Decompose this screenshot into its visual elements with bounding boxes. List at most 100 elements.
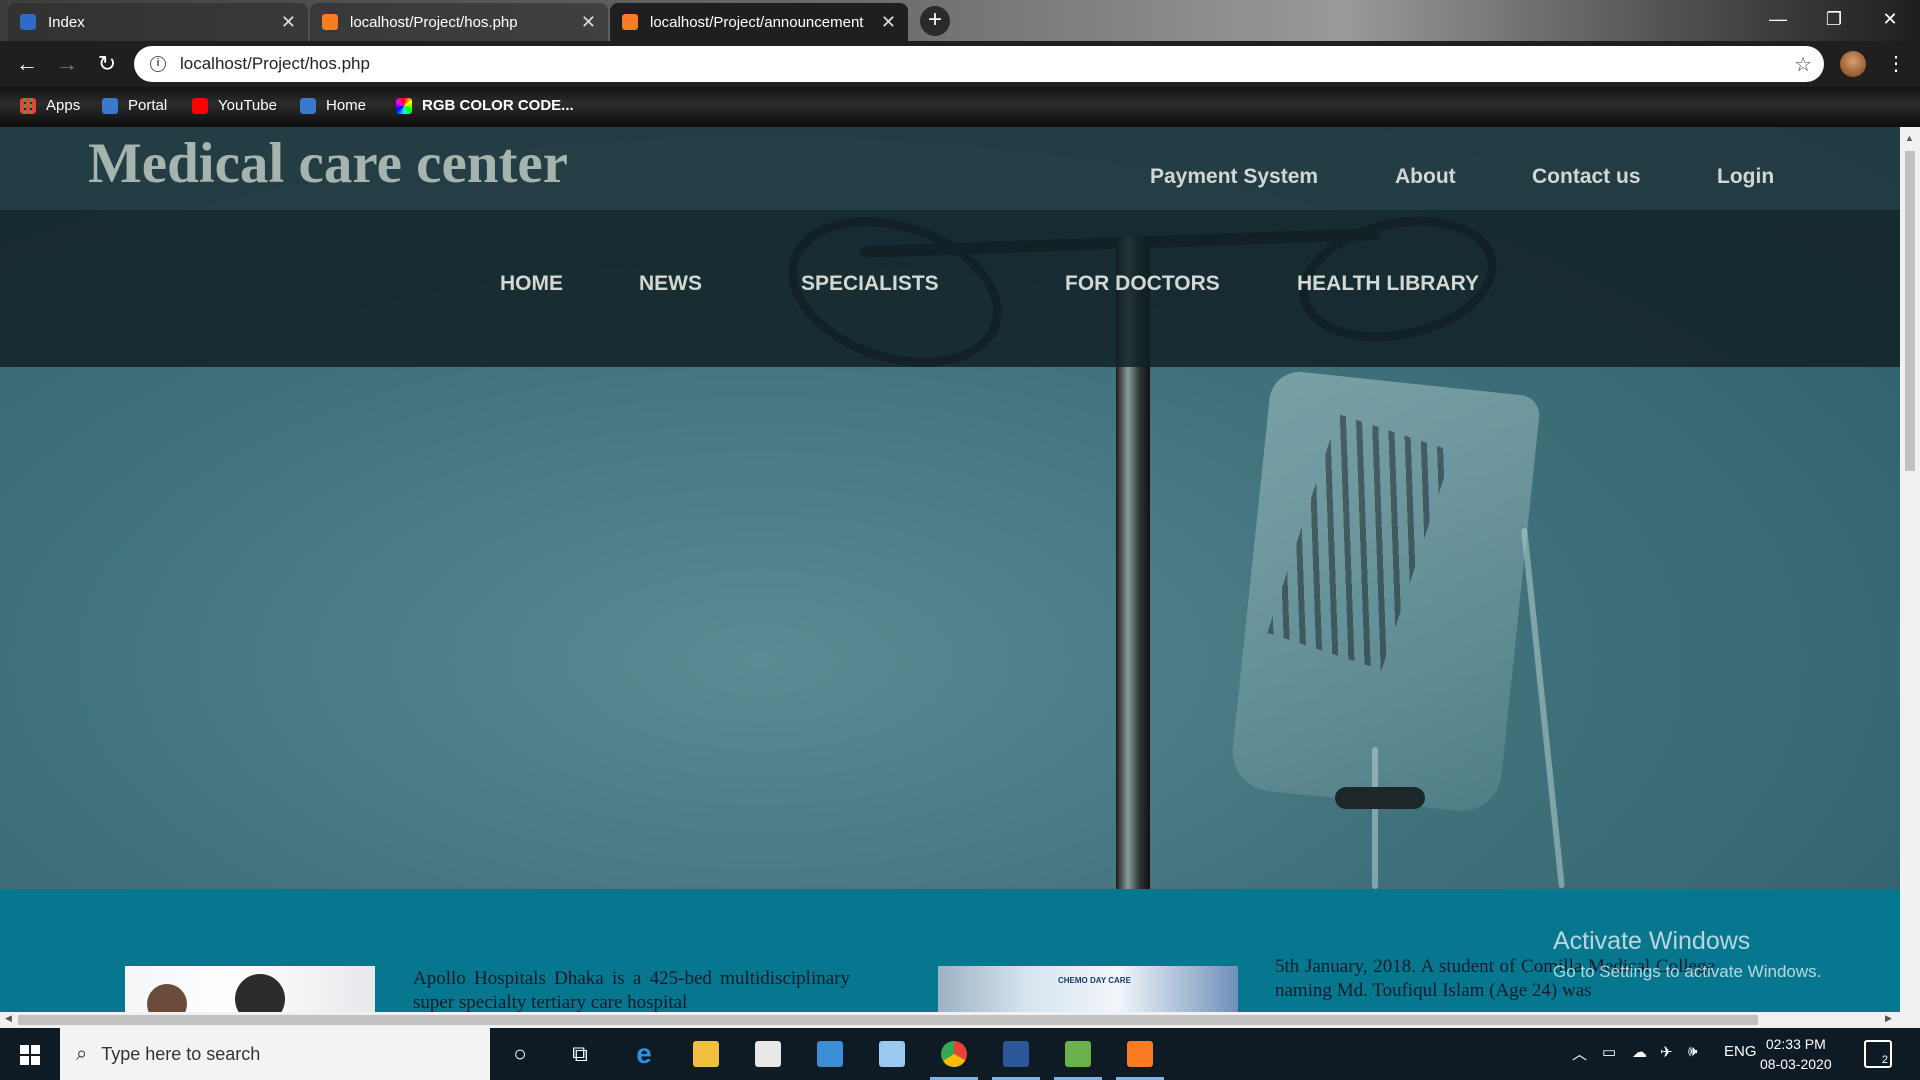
star-icon[interactable]: ☆ [1794,52,1812,77]
iv-clamp [1335,787,1425,809]
nav-home[interactable]: HOME [500,272,563,296]
back-arrow-icon[interactable]: ← [14,51,40,77]
search-placeholder: Type here to search [101,1043,261,1064]
nav-specialists[interactable]: SPECIALISTS [801,272,939,296]
tab-title: localhost/Project/hos.php [350,13,518,31]
horizontal-scrollbar[interactable]: ◀ ▶ [0,1012,1920,1028]
apps-grid-icon [20,97,36,114]
xampp-icon[interactable] [1116,1036,1164,1080]
news-image-chemo[interactable]: CHEMO DAY CARE [938,966,1238,1012]
nav-about[interactable]: About [1395,165,1456,189]
globe-icon [20,14,36,30]
globe-icon [102,97,118,114]
bookmark-portal[interactable]: Portal [102,97,167,114]
mail-icon[interactable] [812,1036,848,1072]
scroll-thumb[interactable] [18,1015,1758,1025]
windows-logo-icon [31,1056,40,1065]
network-icon[interactable]: ☁ [1632,1043,1647,1061]
scroll-left-icon[interactable]: ◀ [5,1013,12,1024]
iv-tube [1372,747,1378,889]
image-app-icon[interactable] [1054,1036,1102,1080]
bookmark-apps[interactable]: Apps [20,97,80,114]
person-figure [235,974,285,1012]
activate-windows-watermark: Activate Windows Go to Settings to activ… [1553,927,1821,982]
address-bar[interactable]: i localhost/Project/hos.php ☆ [134,46,1824,82]
tab-announcement[interactable]: localhost/Project/announcement ✕ [610,3,908,41]
nav-login[interactable]: Login [1717,165,1774,189]
nav-health-library[interactable]: HEALTH LIBRARY [1297,272,1479,296]
new-tab-button[interactable]: + [920,6,950,36]
info-icon[interactable]: i [150,56,166,72]
minimize-button[interactable]: — [1750,0,1806,40]
store-icon[interactable] [750,1036,786,1072]
bookmark-home[interactable]: Home [300,97,366,114]
cortana-icon[interactable]: ○ [502,1036,538,1072]
close-icon[interactable]: ✕ [881,12,896,33]
xampp-icon [622,14,638,30]
airplane-mode-icon[interactable]: ✈ [1660,1043,1673,1061]
windows-logo-icon [20,1056,29,1065]
battery-icon[interactable]: ▭ [1602,1043,1616,1061]
clock-time: 02:33 PM [1765,1036,1826,1052]
edge-icon[interactable]: e [626,1036,662,1072]
windows-taskbar: ⌕ Type here to search ○ ⧉ e ︿ ▭ ☁ ✈ 🕪 EN… [0,1028,1920,1080]
close-icon[interactable]: ✕ [281,12,296,33]
task-view-icon[interactable]: ⧉ [562,1036,598,1072]
taskbar-search[interactable]: ⌕ Type here to search [60,1028,490,1080]
notification-count: 2 [1881,1054,1888,1066]
scroll-up-icon[interactable]: ▲ [1905,133,1914,143]
file-explorer-icon[interactable] [688,1036,724,1072]
watermark-subtitle: Go to Settings to activate Windows. [1553,962,1822,981]
bookmark-label: RGB COLOR CODE... [422,97,574,114]
bookmark-label: Portal [128,97,168,114]
bookmark-label: Apps [46,97,81,114]
globe-icon [300,97,316,114]
iv-tube [1521,527,1565,889]
image-caption: CHEMO DAY CARE [1058,976,1131,985]
person-figure [147,984,187,1012]
close-icon[interactable]: ✕ [581,12,596,33]
forward-arrow-icon[interactable]: → [54,51,80,77]
color-wheel-icon [396,97,412,114]
word-icon[interactable] [992,1036,1040,1080]
scroll-thumb[interactable] [1905,151,1915,471]
bookmark-label: YouTube [218,97,277,114]
news-image-doctors[interactable] [125,966,375,1012]
language-indicator[interactable]: ENG [1724,1043,1757,1060]
vertical-scrollbar[interactable]: ▲ [1900,127,1920,1012]
bookmark-youtube[interactable]: YouTube [192,97,277,114]
nav-payment-system[interactable]: Payment System [1150,165,1318,189]
windows-logo-icon [31,1045,40,1054]
tab-hos[interactable]: localhost/Project/hos.php ✕ [310,3,608,41]
youtube-icon [192,97,208,114]
main-navigation: HOME NEWS SPECIALISTS FOR DOCTORS HEALTH… [0,210,1900,367]
scroll-right-icon[interactable]: ▶ [1885,1013,1892,1024]
nav-news[interactable]: NEWS [639,272,702,296]
show-hidden-icons-icon[interactable]: ︿ [1572,1043,1587,1064]
restore-button[interactable]: ❐ [1806,0,1862,40]
start-button[interactable] [0,1028,60,1080]
close-window-button[interactable]: ✕ [1862,0,1918,40]
notification-center-icon[interactable]: 2 [1864,1040,1892,1068]
profile-avatar[interactable] [1840,51,1866,77]
app-icon[interactable] [874,1036,910,1072]
windows-logo-icon [20,1045,29,1054]
nav-contact-us[interactable]: Contact us [1532,165,1641,189]
news-text-apollo: Apollo Hospitals Dhaka is a 425-bed mult… [413,968,850,1012]
bookmark-rgb[interactable]: RGB COLOR CODE... [396,97,574,114]
bookmarks-bar: Apps Portal YouTube Home RGB COLOR CODE.… [0,87,1920,127]
url-text[interactable]: localhost/Project/hos.php [180,54,1794,74]
tab-index[interactable]: Index ✕ [8,3,308,41]
nav-for-doctors[interactable]: FOR DOCTORS [1065,272,1220,296]
volume-icon[interactable]: 🕪 [1688,1043,1697,1060]
watermark-title: Activate Windows [1553,927,1751,955]
menu-kebab-icon[interactable]: ⋮ [1886,51,1906,77]
search-icon: ⌕ [76,1042,88,1065]
browser-toolbar: ← → ↻ i localhost/Project/hos.php ☆ ⋮ [0,41,1920,87]
chrome-icon[interactable] [930,1036,978,1080]
reload-icon[interactable]: ↻ [94,51,120,77]
clock[interactable]: 02:33 PM 08-03-2020 [1760,1034,1832,1074]
tab-title: Index [48,13,85,31]
site-header: Medical care center Payment System About… [0,127,1900,210]
site-brand[interactable]: Medical care center [88,131,568,196]
